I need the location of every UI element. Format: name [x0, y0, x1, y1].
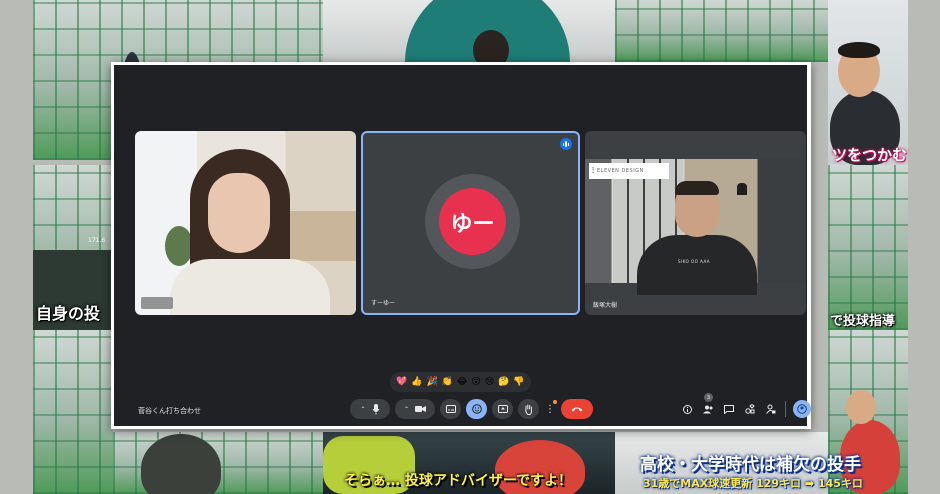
present-screen-button[interactable]: [492, 399, 513, 419]
video-office-lamp: [737, 183, 747, 195]
call-controls: ⌃ ⌃ ⋮: [350, 399, 593, 419]
caption-bottom-left: そらぁ… 投球アドバイザーですよ！: [344, 473, 573, 489]
bg-cage-top-right: [615, 0, 830, 62]
smiley-icon: [471, 404, 482, 414]
camera-button[interactable]: ⌃: [395, 399, 435, 419]
reaction-surprised[interactable]: 😮: [471, 377, 480, 387]
video-person-face: [208, 173, 270, 253]
video-shirt-text: SIKO OO AAA: [678, 259, 711, 264]
people-icon: [702, 405, 712, 413]
participant-count-badge: 3: [704, 393, 713, 402]
meet-window: ゆー すーゆー SIKO OO AAA ⫶ ELEVEN DESIGN 飯塚大樹…: [111, 62, 811, 429]
notification-dot: [553, 400, 557, 404]
raise-hand-button[interactable]: [518, 399, 539, 419]
chat-button[interactable]: [722, 400, 736, 418]
info-icon: [682, 404, 692, 414]
reaction-thumbs-up[interactable]: 👍: [411, 377, 422, 387]
participant-name-2: すーゆー: [371, 300, 396, 307]
phone-hangup-icon: [571, 407, 583, 412]
caption-bottom-right-main: 高校・大学時代は補欠の投手: [640, 455, 861, 475]
participant-tile-2[interactable]: ゆー すーゆー: [361, 131, 580, 315]
hand-icon: [525, 404, 533, 415]
video-shelf: [285, 211, 356, 261]
microphone-button[interactable]: ⌃: [350, 399, 390, 419]
bg-score-overlay: 171.6: [88, 237, 106, 244]
video-person-body: [170, 259, 330, 315]
leave-call-button[interactable]: [561, 399, 593, 419]
bg-left-bottom: [33, 330, 113, 494]
activities-button[interactable]: [743, 400, 757, 418]
company-logo: ⫶ ELEVEN DESIGN: [589, 163, 669, 179]
more-options-button[interactable]: ⋮: [544, 399, 557, 419]
reaction-laugh[interactable]: 😂: [457, 377, 468, 387]
bg-right-mid: [828, 165, 908, 330]
caption-right-mid: で投球指導: [830, 314, 896, 329]
reaction-sad[interactable]: 😢: [485, 377, 494, 387]
participant-name-redacted: [141, 297, 173, 309]
people-button[interactable]: 3: [701, 393, 715, 418]
chevron-up-icon[interactable]: ⌃: [360, 406, 365, 413]
reaction-heart[interactable]: 💖: [396, 377, 407, 387]
self-view-button[interactable]: [793, 400, 811, 418]
more-vert-icon: ⋮: [545, 403, 555, 415]
video-plant: [165, 226, 193, 266]
caption-right-top: ツをつかむ: [832, 146, 908, 164]
emoji-reactions-button[interactable]: [466, 399, 487, 419]
camera-icon: [415, 406, 427, 412]
lock-person-icon: [766, 404, 776, 414]
avatar: ゆー: [439, 188, 506, 255]
side-panel-controls: 3: [680, 393, 811, 418]
chevron-up-icon[interactable]: ⌃: [404, 406, 409, 413]
participant-tile-3[interactable]: SIKO OO AAA ⫶ ELEVEN DESIGN 飯塚大樹: [585, 131, 806, 315]
caption-left-mid: 自身の投: [36, 304, 101, 323]
person-circle-icon: [797, 404, 807, 414]
speaking-indicator-icon: [560, 138, 572, 150]
present-icon: [497, 405, 508, 413]
bg-player-right-face: [846, 390, 876, 424]
meeting-name: 菅谷くん打ち合わせ: [138, 407, 201, 415]
shapes-icon: [745, 404, 755, 414]
meeting-info-button[interactable]: [680, 400, 694, 418]
controls-divider: [785, 401, 786, 417]
bg-umbrella-person: [473, 30, 509, 62]
video-person-body: [637, 235, 757, 295]
captions-icon: [445, 405, 456, 413]
logo-mark-icon: ⫶: [592, 166, 594, 175]
video-office-background: SIKO OO AAA ⫶ ELEVEN DESIGN: [585, 159, 806, 295]
bg-bottom-player: [141, 434, 221, 494]
bg-coach-right: [828, 0, 908, 165]
participant-name-3: 飯塚大樹: [593, 302, 618, 309]
caption-bottom-right-sub: 31歳でMAX球速更新 129キロ ➡ 145キロ: [643, 477, 863, 490]
reaction-clap[interactable]: 👏: [442, 377, 453, 387]
reaction-thinking[interactable]: 🤔: [498, 377, 509, 387]
bg-coach-hair: [838, 42, 880, 58]
video-person-hair: [675, 181, 719, 195]
chat-icon: [724, 404, 734, 414]
microphone-icon: [372, 403, 379, 414]
reaction-thumbs-down[interactable]: 👎: [513, 377, 524, 387]
reactions-bar: 💖 👍 🎉 👏 😂 😮 😢 🤔 👎: [390, 372, 531, 392]
reaction-party[interactable]: 🎉: [426, 377, 437, 387]
bg-bottom-left: [113, 432, 323, 494]
participant-tile-1[interactable]: [135, 131, 356, 315]
host-controls-button[interactable]: [764, 400, 778, 418]
captions-button[interactable]: [440, 399, 461, 419]
company-logo-text: ELEVEN DESIGN: [597, 168, 644, 174]
bg-umbrella-scene: [323, 0, 615, 62]
